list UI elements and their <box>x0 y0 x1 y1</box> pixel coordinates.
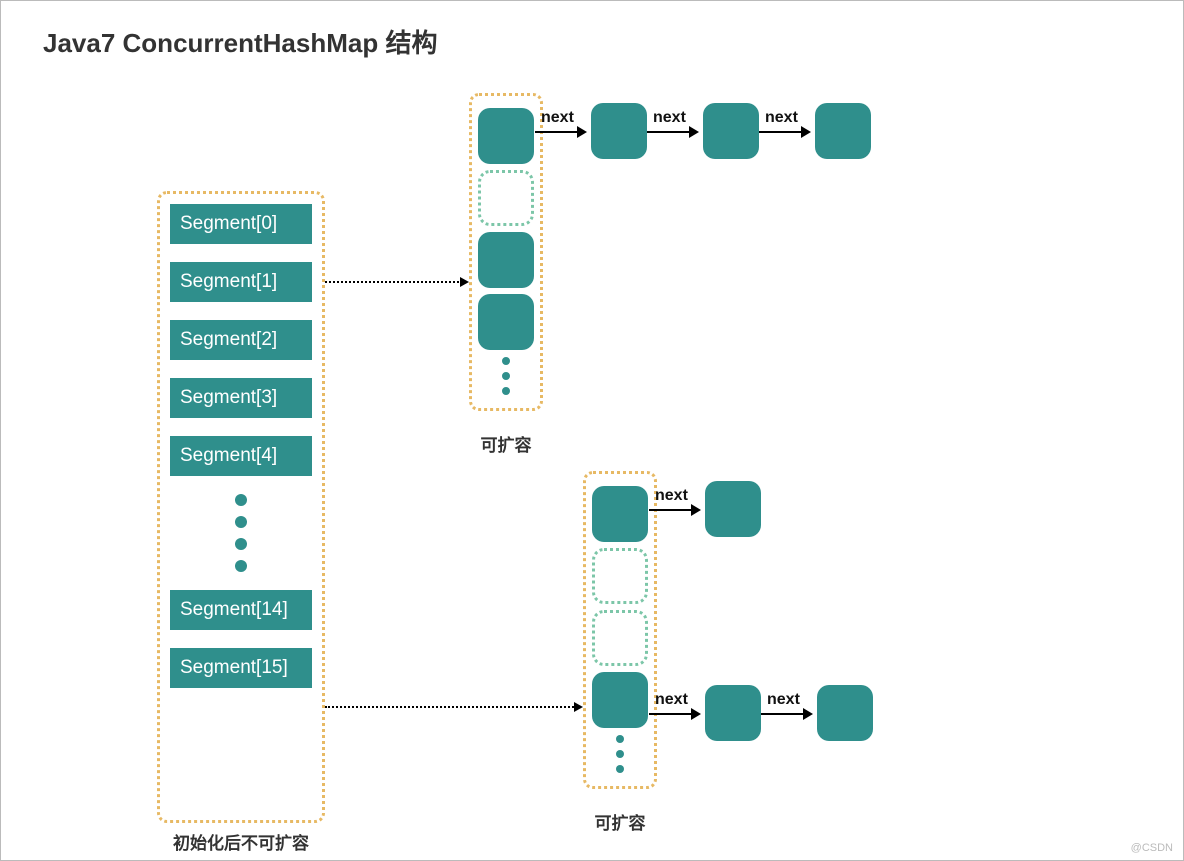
next-arrow <box>761 713 811 715</box>
hash-entry-node <box>478 294 534 350</box>
hash-entry-node <box>815 103 871 159</box>
hash-entry-node <box>703 103 759 159</box>
hash-entry-node <box>591 103 647 159</box>
segment-array-caption: 初始化后不可扩容 <box>157 829 325 854</box>
hash-entry-node <box>705 481 761 537</box>
next-arrow <box>649 713 699 715</box>
ellipsis-vertical-icon <box>592 735 648 773</box>
empty-slot <box>592 548 648 604</box>
segment-cell: Segment[4] <box>170 436 312 476</box>
segment-cell: Segment[1] <box>170 262 312 302</box>
segment-cell: Segment[0] <box>170 204 312 244</box>
ellipsis-vertical-icon <box>170 494 312 572</box>
hash-entry-node <box>478 108 534 164</box>
segment-array-box: Segment[0] Segment[1] Segment[2] Segment… <box>157 191 325 823</box>
connector-segment14-to-bucket <box>325 706 581 708</box>
next-label: next <box>655 691 688 709</box>
segment-cell: Segment[14] <box>170 590 312 630</box>
hash-entry-node <box>592 486 648 542</box>
hash-entry-node <box>817 685 873 741</box>
segment-cell: Segment[15] <box>170 648 312 688</box>
hash-entry-node <box>705 685 761 741</box>
diagram-canvas: Java7 ConcurrentHashMap 结构 Segment[0] Se… <box>0 0 1184 861</box>
segment-cell: Segment[2] <box>170 320 312 360</box>
bucket-top-caption: 可扩容 <box>469 431 543 456</box>
empty-slot <box>592 610 648 666</box>
next-arrow <box>535 131 585 133</box>
bucket-array-bottom <box>583 471 657 789</box>
segment-cell: Segment[3] <box>170 378 312 418</box>
hash-entry-node <box>478 232 534 288</box>
watermark: @CSDN <box>1131 842 1173 854</box>
next-arrow <box>647 131 697 133</box>
next-label: next <box>655 487 688 505</box>
diagram-title: Java7 ConcurrentHashMap 结构 <box>43 23 437 60</box>
hash-entry-node <box>592 672 648 728</box>
next-label: next <box>765 109 798 127</box>
connector-segment1-to-bucket <box>325 281 467 283</box>
next-label: next <box>653 109 686 127</box>
empty-slot <box>478 170 534 226</box>
next-arrow <box>759 131 809 133</box>
bucket-array-top <box>469 93 543 411</box>
next-label: next <box>767 691 800 709</box>
bucket-bottom-caption: 可扩容 <box>583 809 657 834</box>
ellipsis-vertical-icon <box>478 357 534 395</box>
next-label: next <box>541 109 574 127</box>
next-arrow <box>649 509 699 511</box>
